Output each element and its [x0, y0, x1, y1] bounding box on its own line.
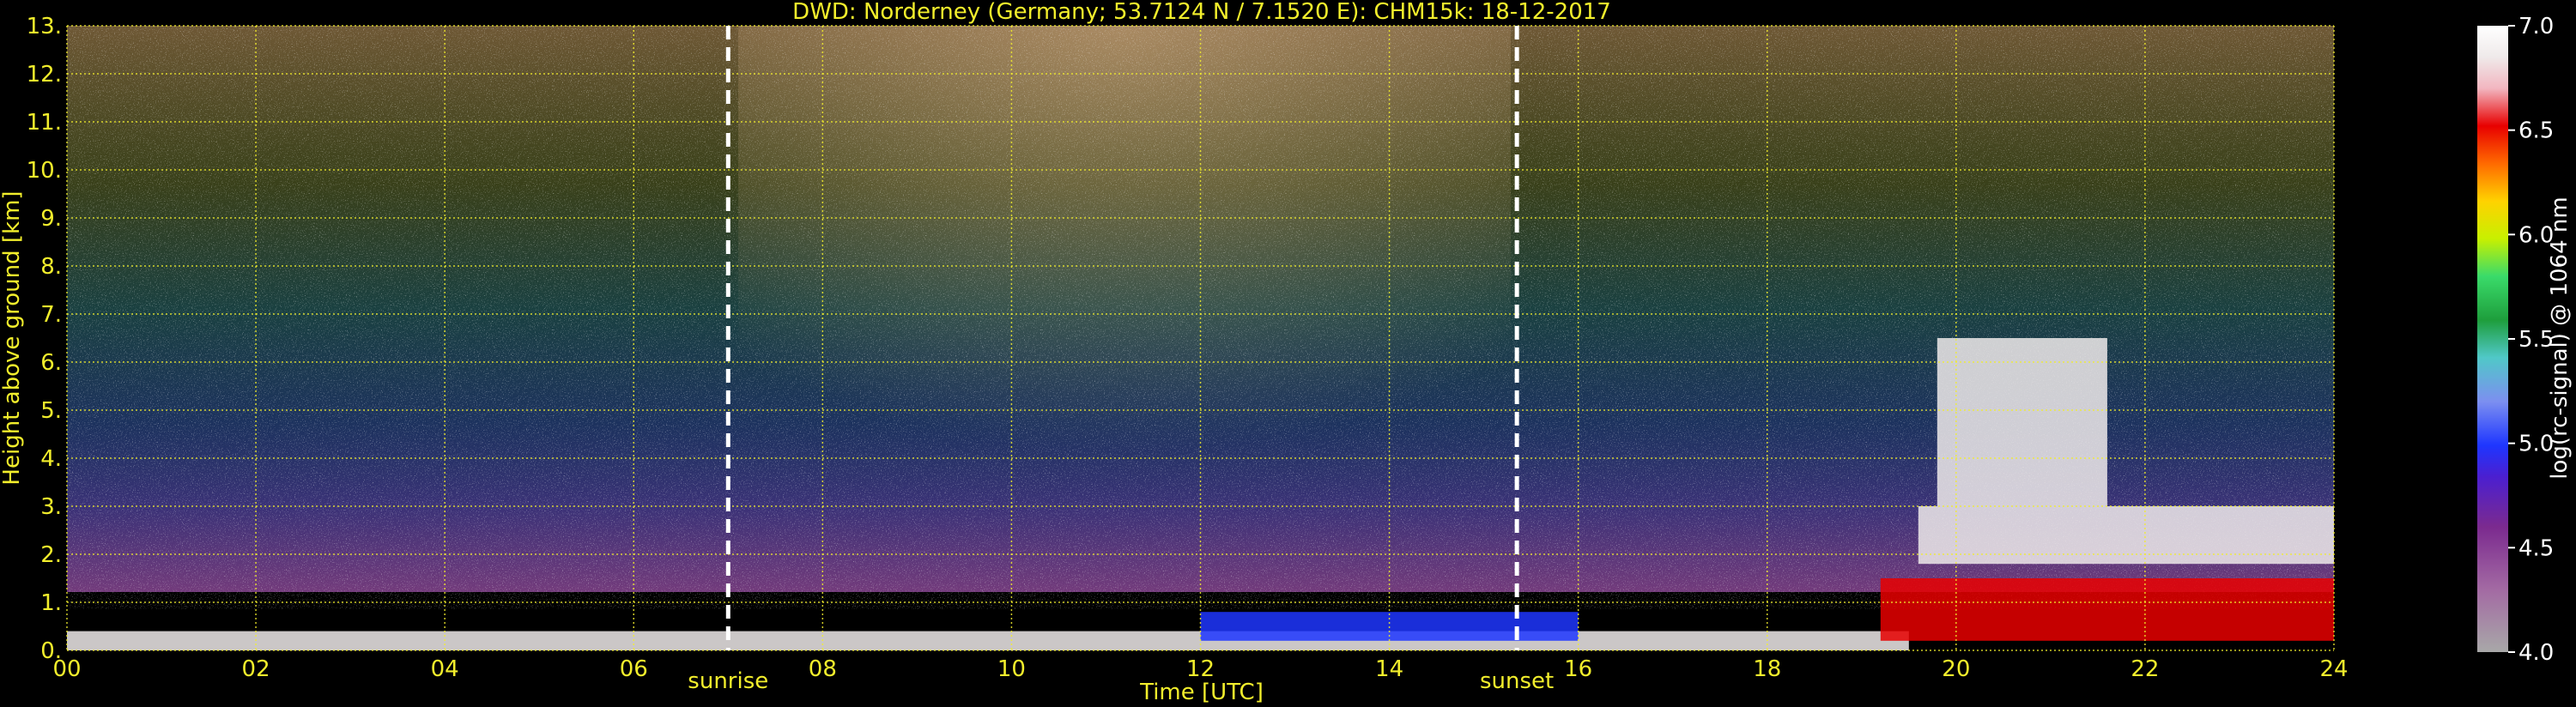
y-tick-label: 5.: [40, 398, 62, 424]
x-tick-label: 18: [1753, 656, 1781, 682]
x-axis-label: Time [UTC]: [1139, 680, 1264, 705]
y-tick-label: 1.: [40, 590, 62, 616]
x-tick-label: 08: [809, 656, 837, 682]
x-tick-label: 20: [1942, 656, 1970, 682]
plot-area: [67, 26, 2334, 650]
x-tick-label: 12: [1186, 656, 1215, 682]
backscatter-feature-0: [67, 631, 1909, 650]
colorbar-scale: [2477, 26, 2508, 652]
colorbar-tick-label: 6.5: [2518, 118, 2554, 144]
sunset-label: sunset: [1480, 668, 1554, 694]
x-tick-label: 00: [52, 656, 81, 682]
y-tick-label: 7.: [40, 302, 62, 328]
y-tick-label: 12.: [27, 62, 62, 88]
y-tick-label: 13.: [27, 14, 62, 39]
chart-title: DWD: Norderney (Germany; 53.7124 N / 7.1…: [792, 0, 1611, 25]
x-axis-ticks: 00 02 04 06 08 10 12 14 16 18 20 22 24: [52, 656, 2348, 682]
ceilometer-chart: sunrise sunset 0.1.2.3.4.5.6.7.8.9.10.11.…: [0, 0, 2573, 705]
y-tick-label: 10.: [27, 158, 62, 184]
y-tick-label: 9.: [40, 206, 62, 232]
x-tick-label: 22: [2131, 656, 2159, 682]
y-axis-label: Height above ground [km]: [0, 190, 25, 485]
colorbar-tick-label: 4.0: [2518, 640, 2554, 666]
backscatter-feature-3: [1918, 506, 2334, 565]
colorbar: 4.04.55.05.56.06.57.0 log(rc-signal) @ 1…: [2477, 14, 2573, 666]
x-tick-label: 10: [997, 656, 1026, 682]
backscatter-feature-4: [1937, 338, 2107, 506]
x-tick-label: 24: [2319, 656, 2348, 682]
x-tick-label: 06: [620, 656, 648, 682]
y-tick-label: 3.: [40, 494, 62, 520]
y-tick-label: 6.: [40, 350, 62, 376]
x-tick-label: 04: [431, 656, 459, 682]
backscatter-feature-2: [1880, 578, 2334, 641]
x-tick-label: 02: [242, 656, 270, 682]
y-tick-label: 8.: [40, 254, 62, 280]
y-axis-ticks: 0.1.2.3.4.5.6.7.8.9.10.11.12.13.: [27, 14, 62, 664]
colorbar-label: log(rc-signal) @ 1064 nm: [2547, 196, 2573, 479]
y-tick-label: 4.: [40, 446, 62, 472]
colorbar-tick-label: 4.5: [2518, 535, 2554, 561]
x-tick-label: 16: [1564, 656, 1592, 682]
sunrise-label: sunrise: [688, 668, 768, 694]
x-tick-label: 14: [1375, 656, 1403, 682]
y-tick-label: 11.: [27, 110, 62, 136]
y-tick-label: 2.: [40, 542, 62, 568]
colorbar-tick-label: 7.0: [2518, 14, 2554, 39]
